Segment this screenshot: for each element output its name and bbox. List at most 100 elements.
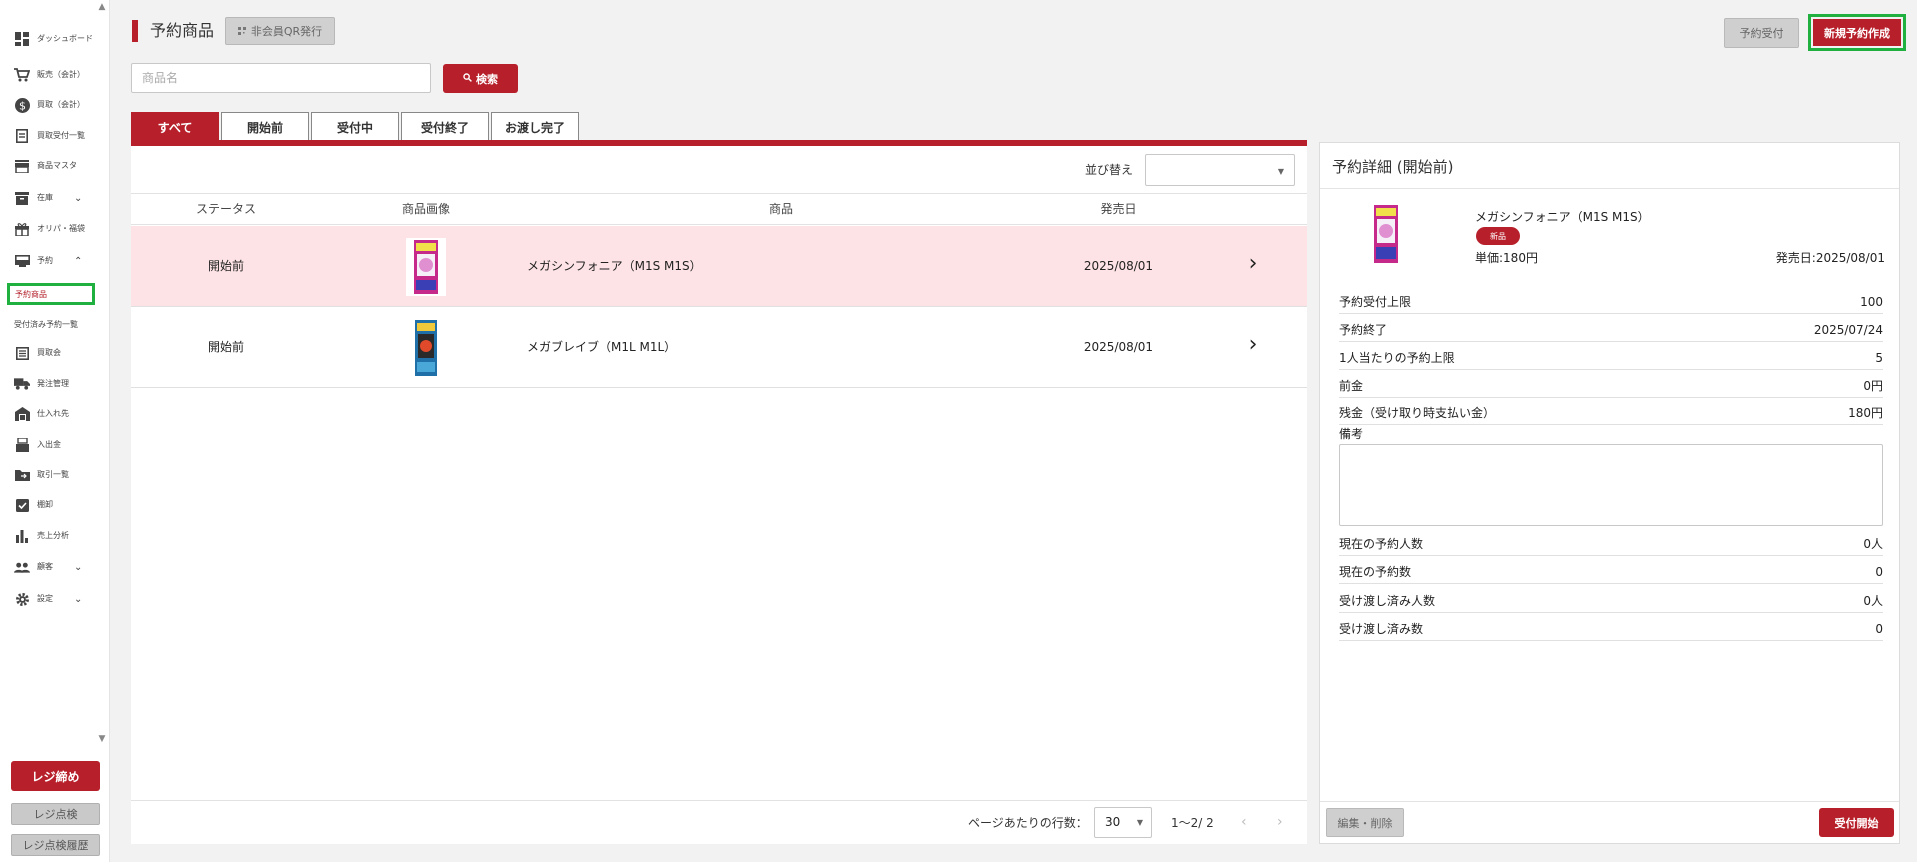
detail-field-key: 予約受付上限 (1339, 295, 1412, 309)
start-accepting-button[interactable]: 受付開始 (1819, 808, 1894, 837)
detail-field-key: 予約終了 (1339, 323, 1388, 337)
reservation-list-panel: 並び替え ▼ ステータス 商品画像 商品 発売日 開始前 メガシンフォニア（M1… (131, 146, 1307, 844)
table-row[interactable]: 開始前 メガシンフォニア（M1S M1S） 2025/08/01 › (131, 226, 1307, 307)
sidebar-item-cash-flow[interactable]: 入出金 (0, 432, 100, 458)
detail-product-image (1374, 205, 1404, 265)
detail-field: 受け渡し済み人数 0人 (1339, 589, 1883, 613)
sidebar-item-inventory[interactable]: 在庫 ⌄ (0, 185, 100, 211)
people-icon (14, 559, 30, 575)
sidebar-item-purchase[interactable]: $ 買取（会計） (0, 92, 100, 118)
detail-field-value: 0人 (1863, 537, 1883, 551)
sidebar-item-purchase-list[interactable]: 買取受付一覧 (0, 123, 100, 149)
sidebar-item-sales[interactable]: 販売（会計） (0, 62, 100, 88)
sidebar-item-label: 棚卸 (37, 500, 53, 509)
condition-badge: 新品 (1476, 227, 1520, 245)
tab-before-start[interactable]: 開始前 (221, 112, 309, 141)
register-check-history-button[interactable]: レジ点検履歴 (11, 834, 100, 856)
detail-field: 予約受付上限 100 (1339, 290, 1883, 314)
reservation-detail-panel: 予約詳細 (開始前) メガシンフォニア（M1S M1S） 新品 単価:180円 … (1319, 142, 1900, 844)
page-range: 1〜2/ 2 (1171, 816, 1214, 830)
sidebar-item-label: 取引一覧 (37, 470, 69, 479)
detail-field-value: 100 (1860, 295, 1883, 309)
sidebar-item-label: 発注管理 (37, 379, 69, 388)
register-close-button[interactable]: レジ締め (11, 761, 100, 791)
detail-field-value: 2025/07/24 (1813, 323, 1883, 337)
search-button[interactable]: 検索 (443, 64, 518, 93)
sidebar-item-sales-analysis[interactable]: 売上分析 (0, 523, 100, 549)
sidebar-item-stocktaking[interactable]: 棚卸 (0, 492, 100, 518)
column-header-product: 商品 (768, 202, 793, 216)
tab-delivered[interactable]: お渡し完了 (491, 112, 579, 141)
detail-field-key: 現在の予約数 (1339, 565, 1412, 579)
sidebar-item-label: 商品マスタ (37, 161, 77, 170)
tab-accepting[interactable]: 受付中 (311, 112, 399, 141)
table-row[interactable]: 開始前 メガブレイブ（M1L M1L） 2025/08/01 › (131, 307, 1307, 388)
detail-field: 現在の予約人数 0人 (1339, 532, 1883, 556)
product-image (406, 238, 446, 296)
sidebar-item-label: 予約 (37, 256, 53, 265)
register-check-button[interactable]: レジ点検 (11, 803, 100, 825)
sidebar-item-reservation-products[interactable]: 予約商品 (15, 289, 47, 300)
edit-delete-button[interactable]: 編集・削除 (1326, 808, 1404, 837)
sidebar-item-accepted-reservations[interactable]: 受付済み予約一覧 (14, 319, 78, 330)
next-page-icon[interactable]: › (1277, 813, 1283, 831)
sidebar-item-settings[interactable]: 設定 ⌄ (0, 586, 100, 612)
column-header-status: ステータス (195, 202, 256, 216)
sidebar-item-dashboard[interactable]: ダッシュボード (0, 26, 100, 52)
sidebar-item-purchase-event[interactable]: 買取会 (0, 340, 100, 366)
caret-down-icon: ▼ (1136, 818, 1143, 827)
detail-field-value: 180円 (1848, 406, 1883, 420)
accept-reservation-button[interactable]: 予約受付 (1724, 18, 1799, 48)
detail-field: 現在の予約数 0 (1339, 560, 1883, 584)
sidebar-item-label: 売上分析 (37, 531, 69, 540)
prev-page-icon[interactable]: ‹ (1241, 813, 1247, 831)
new-reservation-highlight: 新規予約作成 (1808, 14, 1906, 51)
detail-unit-price: 単価:180円 (1475, 251, 1538, 265)
detail-field-key: 1人当たりの予約上限 (1339, 351, 1455, 365)
sidebar-scroll-up-icon[interactable]: ▲ (97, 2, 107, 12)
sidebar-item-label: 買取受付一覧 (37, 131, 85, 140)
sort-label: 並び替え (1085, 163, 1134, 177)
receipt-icon (14, 128, 30, 144)
detail-field: 残金（受け取り時支払い金） 180円 (1339, 401, 1883, 425)
checkbox-icon (14, 497, 30, 513)
warehouse-icon (14, 406, 30, 422)
page-title-accent (132, 20, 138, 42)
table-header: ステータス 商品画像 商品 発売日 (131, 193, 1307, 225)
detail-field-key: 前金 (1339, 379, 1364, 393)
chevron-right-icon[interactable]: › (1243, 333, 1263, 357)
notes-textarea[interactable] (1339, 444, 1883, 526)
chevron-down-icon: ⌄ (74, 593, 83, 605)
row-release-date: 2025/08/01 (1083, 340, 1154, 354)
sort-select[interactable]: ▼ (1145, 154, 1295, 186)
sidebar-scroll-down-icon[interactable]: ▼ (97, 734, 107, 744)
search-input[interactable] (131, 63, 431, 93)
sidebar-item-supplier[interactable]: 仕入れ先 (0, 401, 100, 427)
guest-qr-button[interactable]: 非会員QR発行 (225, 17, 335, 45)
sidebar-item-oripa[interactable]: オリパ・福袋 (0, 216, 100, 242)
detail-title: 予約詳細 (開始前) (1332, 158, 1454, 176)
dollar-icon: $ (14, 97, 30, 113)
rows-per-page-select[interactable]: 30 ▼ (1094, 807, 1152, 838)
sidebar-item-product-master[interactable]: 商品マスタ (0, 153, 100, 179)
sidebar-item-order-management[interactable]: 発注管理 (0, 371, 100, 397)
page-title: 予約商品 (150, 21, 215, 40)
gift-icon (14, 221, 30, 237)
notes-label: 備考 (1339, 427, 1364, 441)
tab-closed[interactable]: 受付終了 (401, 112, 489, 141)
row-status: 開始前 (207, 340, 244, 354)
detail-field-value: 5 (1875, 351, 1883, 365)
tab-all[interactable]: すべて (131, 112, 219, 141)
new-reservation-button[interactable]: 新規予約作成 (1813, 19, 1901, 46)
search-icon (463, 72, 472, 85)
sidebar-item-transactions[interactable]: 取引一覧 (0, 462, 100, 488)
sidebar-item-customers[interactable]: 顧客 ⌄ (0, 554, 100, 580)
sidebar-item-reservation[interactable]: 予約 ⌃ (0, 248, 100, 274)
detail-release-date: 発売日:2025/08/01 (1775, 251, 1885, 265)
row-status: 開始前 (207, 259, 244, 273)
chevron-right-icon[interactable]: › (1243, 252, 1263, 276)
detail-field-value: 0人 (1863, 594, 1883, 608)
detail-field-key: 残金（受け取り時支払い金） (1339, 406, 1496, 420)
detail-field-key: 現在の予約人数 (1339, 537, 1424, 551)
truck-icon (14, 376, 30, 392)
